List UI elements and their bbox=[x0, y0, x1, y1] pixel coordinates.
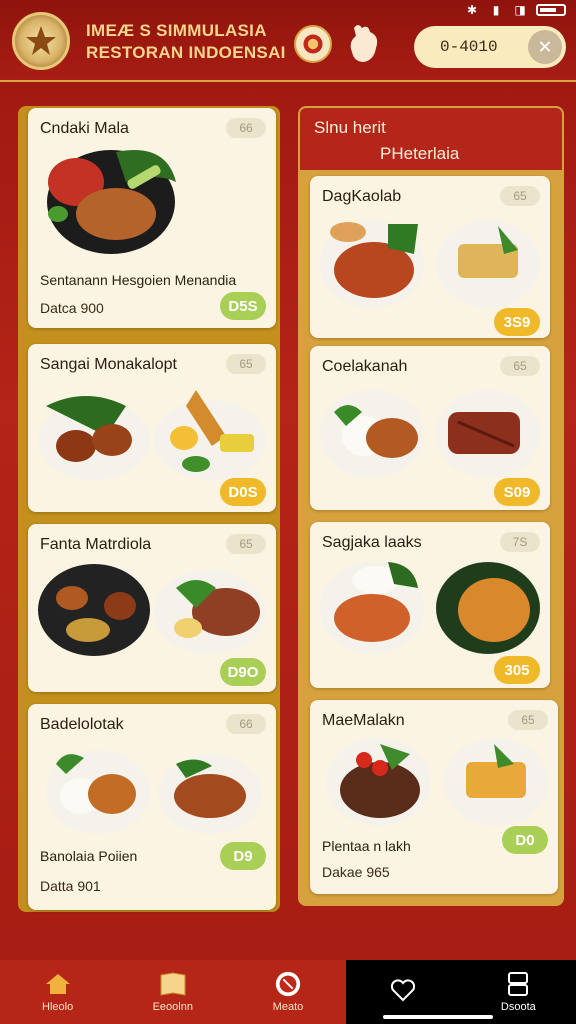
search-value: 0-4010 bbox=[440, 38, 498, 56]
card-title: Coelakanah bbox=[322, 358, 408, 375]
bluetooth-icon: ✱ bbox=[466, 3, 478, 17]
menu-card-left-2[interactable]: Sangai Monakalopt 65 D0S bbox=[28, 344, 276, 512]
price-badge[interactable]: D9 bbox=[220, 842, 266, 870]
app-title-line1: IMEÆ S SIMMULASIA bbox=[86, 21, 267, 40]
card-tag: 65 bbox=[500, 186, 540, 206]
menu-card-right-2[interactable]: Coelakanah 65 S09 bbox=[310, 346, 550, 510]
nav-item-home[interactable]: Hleolo bbox=[0, 960, 116, 1024]
nav-item-meal[interactable]: Meato bbox=[230, 960, 346, 1024]
search-input[interactable]: 0-4010 ✕ bbox=[414, 26, 566, 68]
price-badge[interactable]: S09 bbox=[494, 478, 540, 506]
card-tag: 66 bbox=[226, 714, 266, 734]
price-badge[interactable]: D9O bbox=[220, 658, 266, 686]
card-tag: 7S bbox=[500, 532, 540, 552]
emblem-icon[interactable] bbox=[12, 12, 70, 70]
card-tag: 65 bbox=[508, 710, 548, 730]
card-title: Fanta Matrdiola bbox=[40, 536, 152, 553]
card-subtext: Datca 900 bbox=[40, 300, 104, 316]
wifi-icon: ◨ bbox=[514, 3, 526, 17]
battery-icon bbox=[536, 4, 566, 16]
right-panel-subtitle: PHeterlaia bbox=[380, 144, 460, 163]
chicken-icon[interactable] bbox=[346, 22, 382, 66]
card-title: Sagjaka laaks bbox=[322, 534, 422, 551]
card-title: DagKaolab bbox=[322, 188, 402, 205]
right-panel-header: Slnu herit PHeterlaia bbox=[300, 108, 562, 170]
menu-card-right-1[interactable]: DagKaolab 65 3S9 bbox=[310, 176, 550, 338]
price-badge[interactable]: D0 bbox=[502, 826, 548, 854]
card-tag: 66 bbox=[226, 118, 266, 138]
card-description: Sentanann Hesgoien Menandia bbox=[40, 272, 237, 288]
nav-label: Eeoolnn bbox=[152, 1001, 193, 1013]
food-image bbox=[36, 558, 268, 658]
status-bar: ✱ ▮ ◨ bbox=[0, 0, 576, 20]
card-title: Sangai Monakalopt bbox=[40, 356, 177, 373]
menu-card-left-4[interactable]: Badelolotak 66 Banolaia Poiien Datta 901… bbox=[28, 704, 276, 910]
home-indicator bbox=[383, 1015, 493, 1019]
card-subtext: Datta 901 bbox=[40, 878, 101, 894]
price-badge[interactable]: D5S bbox=[220, 292, 266, 320]
card-title: Cndaki Mala bbox=[40, 120, 129, 137]
nav-label: Dsoota bbox=[500, 1001, 536, 1013]
menu-book-icon bbox=[159, 971, 187, 997]
food-image bbox=[36, 376, 268, 486]
card-title: Badelolotak bbox=[40, 716, 124, 733]
restaurant-badge-icon[interactable] bbox=[294, 25, 332, 63]
heart-icon bbox=[389, 977, 417, 1003]
copy-icon bbox=[504, 971, 532, 997]
nav-label: Meato bbox=[272, 1001, 304, 1013]
app-title: IMEÆ S SIMMULASIA RESTORAN INDOENSAI bbox=[86, 20, 286, 64]
card-description: Banolaia Poiien bbox=[40, 848, 138, 864]
price-badge[interactable]: 305 bbox=[494, 656, 540, 684]
menu-card-right-4[interactable]: MaeMalakn 65 Plentaa n lakh Dakae 965 D0 bbox=[310, 700, 558, 894]
food-image bbox=[318, 730, 550, 830]
card-tag: 65 bbox=[226, 534, 266, 554]
home-icon bbox=[44, 971, 72, 997]
food-image bbox=[318, 382, 544, 482]
food-image bbox=[36, 142, 186, 262]
food-image bbox=[318, 554, 544, 658]
nav-label: Hleolo bbox=[42, 1001, 74, 1013]
card-title: MaeMalakn bbox=[322, 712, 405, 729]
food-image bbox=[318, 214, 544, 314]
price-badge[interactable]: D0S bbox=[220, 478, 266, 506]
menu-card-left-1[interactable]: Cndaki Mala 66 Sentanann Hesgoien Menand… bbox=[28, 108, 276, 328]
signal-icon: ▮ bbox=[492, 3, 500, 17]
card-tag: 65 bbox=[226, 354, 266, 374]
menu-card-left-3[interactable]: Fanta Matrdiola 65 D9O bbox=[28, 524, 276, 692]
price-badge[interactable]: 3S9 bbox=[494, 308, 540, 336]
card-subtext: Dakae 965 bbox=[322, 864, 390, 880]
nav-item-menu[interactable]: Eeoolnn bbox=[115, 960, 231, 1024]
right-panel-title: Slnu herit bbox=[314, 118, 386, 137]
menu-card-right-3[interactable]: Sagjaka laaks 7S 305 bbox=[310, 522, 550, 688]
card-description: Plentaa n lakh bbox=[322, 838, 411, 854]
close-icon[interactable]: ✕ bbox=[528, 30, 562, 64]
food-image bbox=[36, 734, 268, 838]
app-title-line2: RESTORAN INDOENSAI bbox=[86, 43, 286, 62]
card-tag: 65 bbox=[500, 356, 540, 376]
plate-icon bbox=[274, 971, 302, 997]
